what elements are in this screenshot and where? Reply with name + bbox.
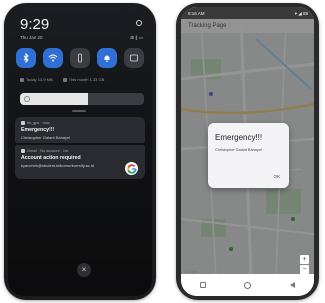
notification-title: Account action required <box>21 155 81 161</box>
screenshot-toggle[interactable] <box>124 48 144 68</box>
bluetooth-toggle[interactable] <box>16 48 36 68</box>
zoom-in-button[interactable]: + <box>300 255 309 264</box>
dialog-title: Emergency!!! <box>215 133 263 142</box>
phone-left: 9:29 Thu Jan 20 ⊞ ∥ ▭ Today 13.9 MB This… <box>4 3 156 300</box>
wifi-toggle[interactable] <box>43 48 63 68</box>
status-time: 9:16 AM <box>188 11 205 16</box>
screenshot-icon <box>130 54 138 62</box>
gmail-notification[interactable]: Gmail · No account · 1m Account action r… <box>15 145 145 179</box>
ok-button[interactable]: OK <box>273 174 280 179</box>
zoom-out-button[interactable]: − <box>300 265 309 274</box>
quick-toggles <box>16 48 144 70</box>
brightness-icon <box>24 96 30 102</box>
phone-right: Tracking Page 9:16 AM ▾ ◢ 88 Emergency!!… <box>176 3 319 300</box>
brightness-fill <box>20 93 89 105</box>
clock: 9:29 <box>20 16 50 33</box>
notification-body: Christopher Galant Bahayel <box>21 134 71 140</box>
recents-icon[interactable] <box>200 282 207 288</box>
notification-toggle[interactable] <box>97 48 117 68</box>
gear-icon[interactable] <box>136 20 142 26</box>
notification-body: kyanchris@student.telkomuniversity.ac.id <box>21 162 95 168</box>
gmail-icon <box>21 149 25 153</box>
emergency-dialog: Emergency!!! Christopher Galant Bahayel … <box>208 123 289 188</box>
notification-app-row: Gmail · No account · 1m <box>21 149 139 153</box>
google-logo-icon <box>125 162 138 175</box>
notification-bell-icon <box>104 55 110 63</box>
notification-title: Emergency!!! <box>21 127 55 133</box>
notification-app-name: tel_gps · now <box>27 121 50 125</box>
wifi-icon <box>48 54 58 62</box>
usage-month: This month 1.33 GB <box>63 77 105 82</box>
tracking-app-screen: Tracking Page 9:16 AM ▾ ◢ 88 Emergency!!… <box>181 7 314 296</box>
notification-app-name: Gmail · No account · 1m <box>27 149 69 153</box>
brightness-slider[interactable] <box>20 93 144 105</box>
back-icon[interactable] <box>289 282 295 288</box>
status-icons: ⊞ ∥ ▭ <box>130 35 143 40</box>
shade-handle[interactable] <box>72 110 86 112</box>
data-usage: Today 13.9 MB This month 1.33 GB <box>20 77 144 82</box>
app-icon <box>21 121 25 125</box>
flashlight-icon <box>78 53 82 63</box>
system-nav-bar <box>181 274 314 296</box>
dismiss-all-button[interactable]: × <box>77 263 91 277</box>
bluetooth-icon <box>23 53 29 63</box>
dialog-message: Christopher Galant Bahayel <box>215 148 262 152</box>
notification-app-row: tel_gps · now <box>21 121 139 125</box>
status-bar: 9:16 AM ▾ ◢ 88 <box>181 7 314 19</box>
notification-shade: 9:29 Thu Jan 20 ⊞ ∥ ▭ Today 13.9 MB This… <box>8 7 152 296</box>
home-icon[interactable] <box>244 281 252 289</box>
usage-today: Today 13.9 MB <box>20 77 53 82</box>
emergency-notification[interactable]: tel_gps · now Emergency!!! Christopher G… <box>15 117 145 143</box>
status-indicators: ▾ ◢ 88 <box>294 11 308 16</box>
flashlight-toggle[interactable] <box>70 48 90 68</box>
date: Thu Jan 20 <box>20 35 43 40</box>
